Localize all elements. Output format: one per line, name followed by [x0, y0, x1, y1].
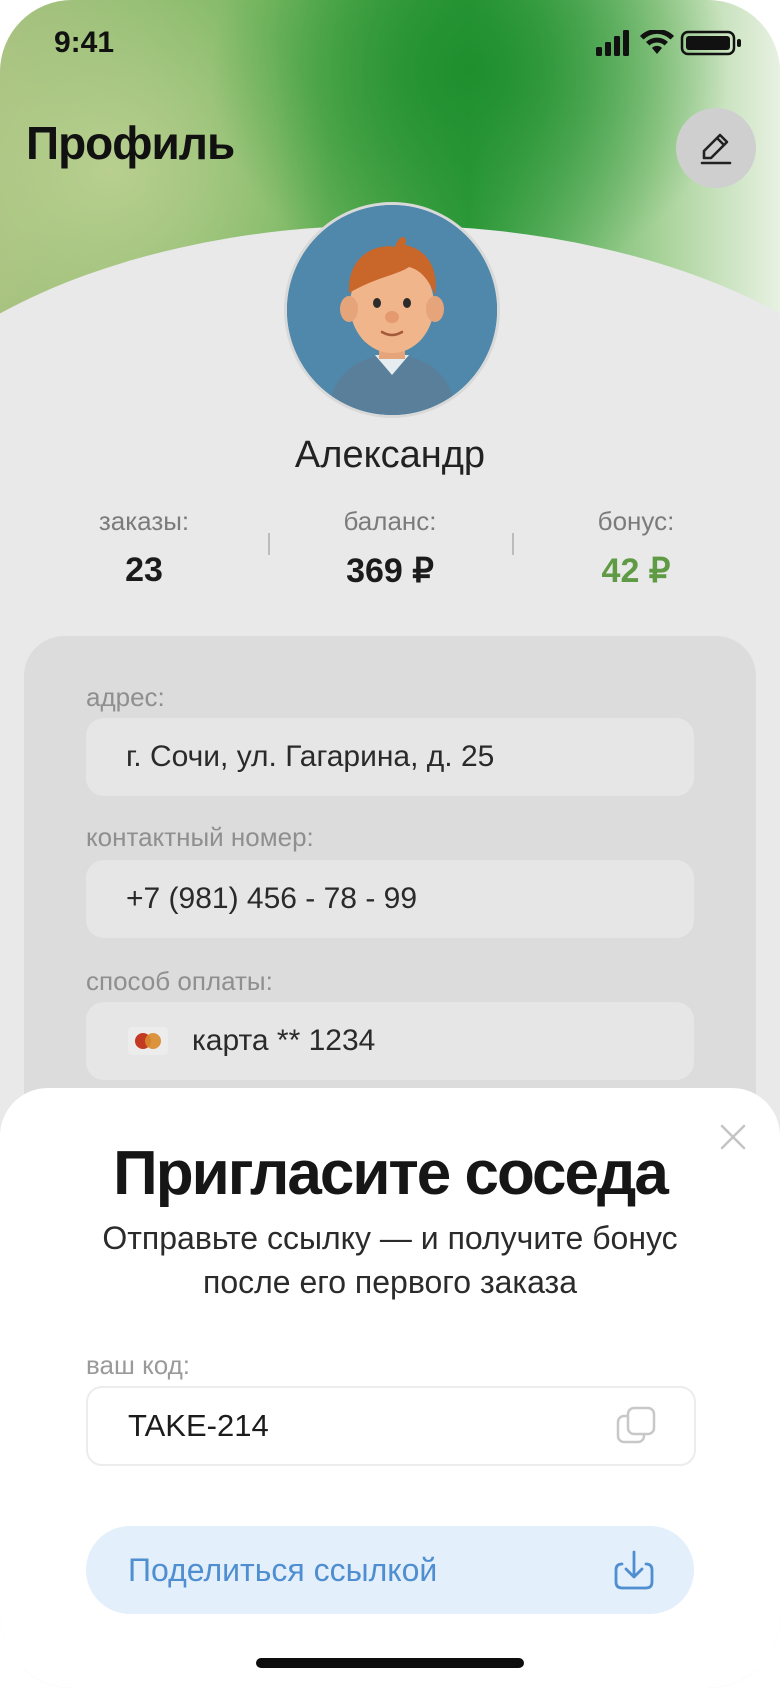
stat-value: 369 ₽ — [346, 552, 434, 590]
wifi-icon — [640, 30, 674, 54]
code-label: ваш код: — [86, 1350, 191, 1380]
stat-label: баланс: — [343, 506, 437, 536]
invite-subtitle-line: после его первого заказа — [202, 1264, 578, 1300]
phone-label: контактный номер: — [86, 822, 314, 852]
stat-value: 23 — [125, 551, 163, 589]
address-value: г. Сочи, ул. Гагарина, д. 25 — [126, 740, 495, 773]
battery-icon — [680, 30, 741, 56]
share-download-icon — [614, 1550, 654, 1590]
edit-profile-button[interactable] — [676, 108, 756, 188]
stat-divider — [512, 533, 514, 555]
referral-code-field[interactable]: TAKE-214 — [86, 1386, 696, 1466]
signal-icon — [596, 30, 629, 56]
stat-divider — [268, 533, 270, 555]
stat-label: заказы: — [98, 506, 190, 536]
status-icons — [596, 30, 741, 56]
payment-value: карта ** 1234 — [192, 1024, 376, 1057]
edit-pencil-icon — [700, 133, 732, 165]
avatar-illustration — [287, 205, 497, 415]
address-label: адрес: — [86, 682, 165, 712]
phone-field[interactable]: +7 (981) 456 - 78 - 99 — [86, 860, 694, 938]
share-link-button[interactable]: Поделиться ссылкой — [86, 1526, 694, 1614]
copy-icon[interactable] — [614, 1404, 658, 1448]
stat-label: бонус: — [597, 506, 675, 536]
payment-label: способ оплаты: — [86, 966, 273, 996]
page-title: Профиль — [26, 117, 235, 169]
avatar[interactable] — [284, 202, 500, 418]
invite-title: Пригласите соседа — [113, 1139, 669, 1208]
share-link-label: Поделиться ссылкой — [128, 1552, 438, 1588]
invite-subtitle: Отправьте ссылку — и получите бонус посл… — [40, 1216, 740, 1304]
invite-subtitle-line: Отправьте ссылку — и получите бонус — [102, 1220, 678, 1256]
phone-screen: 9:41 Профиль Александр заказы: 23 баланс… — [0, 0, 780, 1688]
user-name: Александр — [294, 434, 486, 476]
payment-field[interactable]: карта ** 1234 — [86, 1002, 694, 1080]
phone-value: +7 (981) 456 - 78 - 99 — [126, 882, 418, 915]
home-indicator — [256, 1658, 524, 1668]
stat-value: 42 ₽ — [601, 552, 671, 590]
stat-balance: баланс: 369 ₽ — [290, 506, 490, 591]
mastercard-icon — [128, 1027, 168, 1055]
status-time: 9:41 — [54, 26, 115, 59]
stat-orders: заказы: 23 — [44, 506, 244, 590]
stat-bonus: бонус: 42 ₽ — [536, 506, 736, 591]
referral-code: TAKE-214 — [128, 1408, 269, 1443]
address-field[interactable]: г. Сочи, ул. Гагарина, д. 25 — [86, 718, 694, 796]
